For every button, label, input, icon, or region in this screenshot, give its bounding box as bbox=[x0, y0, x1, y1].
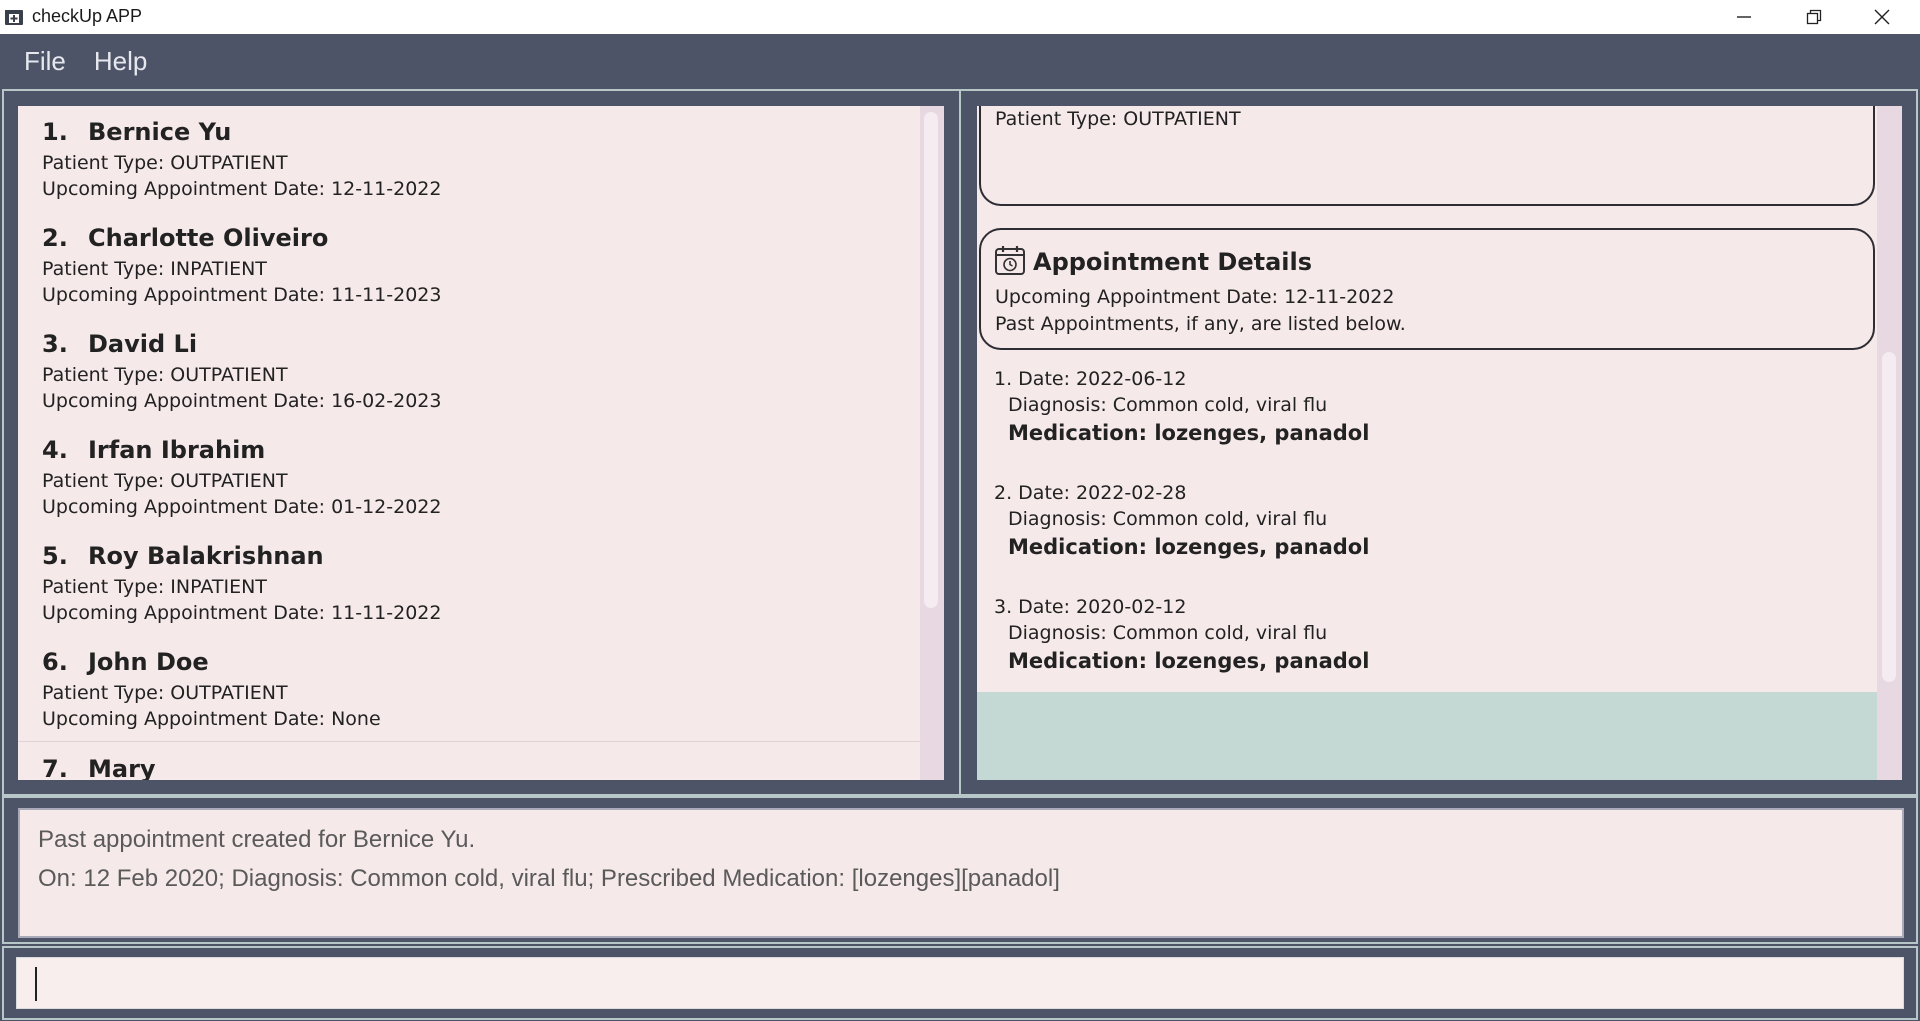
patient-name: Mary bbox=[88, 755, 156, 780]
menu-file[interactable]: File bbox=[24, 46, 66, 77]
past-appointment-date: 1. Date: 2022-06-12 bbox=[994, 368, 1187, 390]
past-appointment-medication: Medication: lozenges, panadol bbox=[1008, 535, 1370, 559]
patient-appointment: Upcoming Appointment Date: 11-11-2022 bbox=[42, 602, 442, 624]
patient-detail-panel[interactable]: Patient Type: OUTPATIENT Appointment Det… bbox=[977, 106, 1902, 780]
patient-index: 1. bbox=[42, 118, 68, 146]
patient-type: Patient Type: INPATIENT bbox=[42, 576, 267, 598]
patient-name: Bernice Yu bbox=[88, 118, 232, 146]
command-input[interactable] bbox=[16, 957, 1904, 1009]
patient-detail-scrollbar[interactable] bbox=[1882, 352, 1896, 682]
patient-name: Irfan Ibrahim bbox=[88, 436, 266, 464]
patient-card[interactable]: 5. Roy Balakrishnan Patient Type: INPATI… bbox=[18, 530, 920, 636]
patient-list-content: 1. Bernice Yu Patient Type: OUTPATIENT U… bbox=[18, 106, 920, 780]
patient-name: Charlotte Oliveiro bbox=[88, 224, 329, 252]
patient-name: John Doe bbox=[88, 648, 209, 676]
past-appointments-note: Past Appointments, if any, are listed be… bbox=[995, 313, 1406, 335]
patient-card[interactable]: 1. Bernice Yu Patient Type: OUTPATIENT U… bbox=[18, 106, 920, 212]
patient-card[interactable]: 4. Irfan Ibrahim Patient Type: OUTPATIEN… bbox=[18, 424, 920, 530]
patient-appointment: Upcoming Appointment Date: 11-11-2023 bbox=[42, 284, 442, 306]
patient-name: Roy Balakrishnan bbox=[88, 542, 324, 570]
patient-type: Patient Type: OUTPATIENT bbox=[42, 152, 288, 174]
patient-type: Patient Type: OUTPATIENT bbox=[42, 682, 288, 704]
appointment-details-title: Appointment Details bbox=[1033, 248, 1313, 276]
patient-list-scrollbar[interactable] bbox=[924, 112, 938, 608]
patient-list[interactable]: 1. Bernice Yu Patient Type: OUTPATIENT U… bbox=[18, 106, 944, 780]
past-appointment-medication: Medication: lozenges, panadol bbox=[1008, 421, 1370, 445]
patient-name: David Li bbox=[88, 330, 198, 358]
patient-type: Patient Type: OUTPATIENT bbox=[42, 364, 288, 386]
result-display: Past appointment created for Bernice Yu.… bbox=[18, 808, 1904, 938]
detail-patient-type: Patient Type: OUTPATIENT bbox=[995, 108, 1241, 130]
patient-appointment: Upcoming Appointment Date: 12-11-2022 bbox=[42, 178, 442, 200]
minimize-button[interactable] bbox=[1710, 0, 1778, 34]
close-button[interactable] bbox=[1848, 0, 1916, 34]
menu-bar: File Help bbox=[0, 34, 1920, 88]
patient-index: 2. bbox=[42, 224, 68, 252]
window-title: checkUp APP bbox=[32, 6, 143, 26]
patient-card[interactable]: 3. David Li Patient Type: OUTPATIENT Upc… bbox=[18, 318, 920, 424]
patient-card[interactable]: 7. Mary bbox=[18, 743, 920, 780]
past-appointment-diagnosis: Diagnosis: Common cold, viral flu bbox=[1008, 622, 1328, 644]
patient-type: Patient Type: OUTPATIENT bbox=[42, 470, 288, 492]
detail-empty-area bbox=[977, 692, 1877, 780]
past-appointment-diagnosis: Diagnosis: Common cold, viral flu bbox=[1008, 394, 1328, 416]
minimize-icon bbox=[1737, 16, 1751, 18]
restore-icon bbox=[1806, 9, 1822, 25]
patient-appointment: Upcoming Appointment Date: 16-02-2023 bbox=[42, 390, 442, 412]
app-folder-icon bbox=[5, 10, 23, 25]
past-appointment-date: 2. Date: 2022-02-28 bbox=[994, 482, 1187, 504]
result-message-line-2: On: 12 Feb 2020; Diagnosis: Common cold,… bbox=[38, 865, 1060, 892]
patient-appointment: Upcoming Appointment Date: 01-12-2022 bbox=[42, 496, 442, 518]
patient-index: 4. bbox=[42, 436, 68, 464]
app-window: checkUp APP File Help 1. Bernice Yu Pati… bbox=[0, 0, 1920, 1021]
past-appointment-date: 3. Date: 2020-02-12 bbox=[994, 596, 1187, 618]
close-icon bbox=[1874, 9, 1890, 25]
patient-appointment: Upcoming Appointment Date: None bbox=[42, 708, 381, 730]
patient-index: 5. bbox=[42, 542, 68, 570]
restore-button[interactable] bbox=[1780, 0, 1848, 34]
menu-help[interactable]: Help bbox=[94, 46, 147, 77]
past-appointment-diagnosis: Diagnosis: Common cold, viral flu bbox=[1008, 508, 1328, 530]
title-bar: checkUp APP bbox=[0, 0, 1920, 34]
past-appointment-medication: Medication: lozenges, panadol bbox=[1008, 649, 1370, 673]
result-message-line-1: Past appointment created for Bernice Yu. bbox=[38, 826, 476, 853]
calendar-icon bbox=[995, 246, 1025, 275]
patient-index: 7. bbox=[42, 755, 68, 780]
patient-type: Patient Type: INPATIENT bbox=[42, 258, 267, 280]
text-caret bbox=[35, 967, 37, 1001]
patient-card[interactable]: 2. Charlotte Oliveiro Patient Type: INPA… bbox=[18, 212, 920, 318]
patient-index: 6. bbox=[42, 648, 68, 676]
patient-index: 3. bbox=[42, 330, 68, 358]
upcoming-appointment: Upcoming Appointment Date: 12-11-2022 bbox=[995, 286, 1395, 308]
patient-card[interactable]: 6. John Doe Patient Type: OUTPATIENT Upc… bbox=[18, 636, 920, 742]
